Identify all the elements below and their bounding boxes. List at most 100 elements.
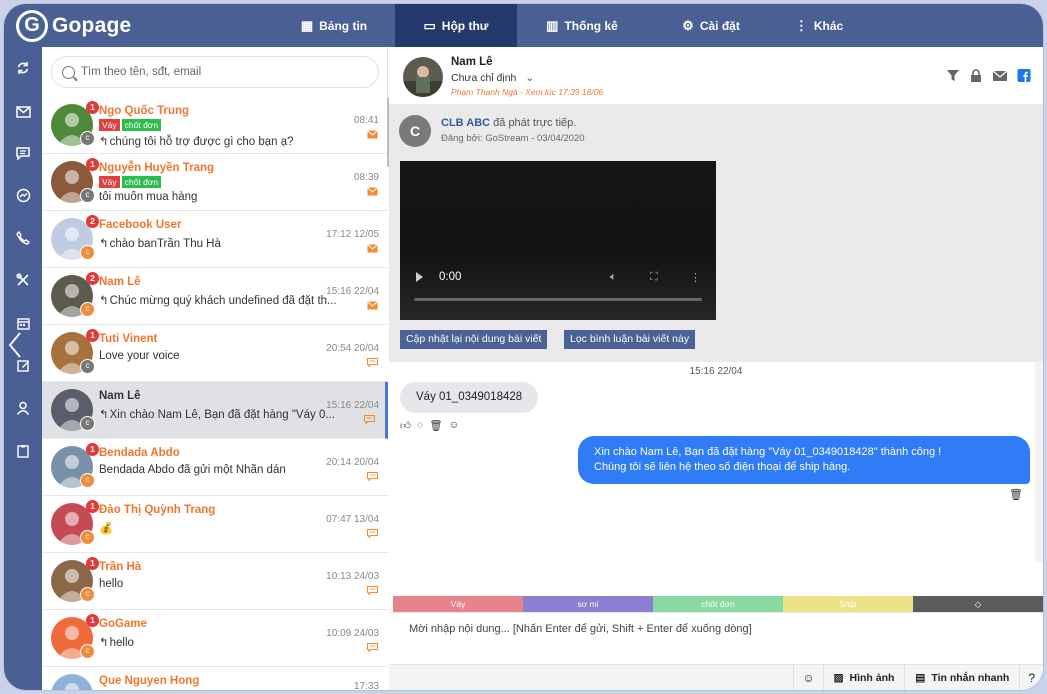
quick-tag-bar: Váy sơ mi chốt đơn Ship ◇ [393, 596, 1043, 612]
comment-icon[interactable] [4, 146, 42, 166]
play-icon[interactable] [416, 272, 423, 282]
gopage-logo-icon: G [16, 9, 48, 42]
chat-scrollbar[interactable] [1035, 362, 1043, 562]
phone-icon[interactable] [4, 230, 42, 251]
reply-icon: ↰ [99, 238, 109, 250]
edit-icon[interactable] [4, 358, 42, 378]
snippet-text: Love your voice [99, 350, 180, 362]
conversation-list: Tìm theo tên, sđt, email 1 c Ngo Quốc Trun… [42, 47, 391, 690]
conversation-snippet: ↰hello [99, 635, 134, 649]
hide-icon[interactable]: ◌ [417, 419, 423, 432]
nav-item-stats[interactable]: ▥ Thống kê [517, 4, 647, 47]
collapse-chevron-icon[interactable] [8, 332, 22, 358]
comment-icon [367, 358, 378, 367]
quick-tag[interactable]: Ship [783, 596, 913, 612]
mail-icon[interactable] [992, 69, 1008, 82]
nav-item-settings[interactable]: ⚙ Cài đặt [647, 4, 775, 47]
tag-badge: Váy [99, 119, 120, 131]
conversation-time: 15:16 22/04 [326, 400, 379, 411]
refresh-icon[interactable] [4, 61, 42, 81]
page-source-icon: c [80, 359, 95, 374]
nav-item-more[interactable]: ⋮ Khác [775, 4, 863, 47]
avatar[interactable] [403, 57, 443, 97]
tag-badge: chốt đơn [121, 176, 162, 188]
quick-tag[interactable]: sơ mi [523, 596, 653, 612]
reply-icon: ↰ [99, 637, 109, 649]
user-icon[interactable] [4, 401, 42, 421]
conversation-item[interactable]: 1 c Đào Thị Quỳnh Trang 💰 07:47 13/04 [42, 496, 388, 553]
volume-icon[interactable]: 🔈︎ [610, 271, 617, 284]
trash-icon[interactable]: 🗑︎ [429, 419, 442, 432]
update-post-button[interactable]: Cập nhật lại nội dung bài viết [400, 330, 548, 349]
snippet-text: chào banTrần Thu Hà [109, 238, 221, 250]
help-icon: ? [1028, 670, 1035, 685]
message-input[interactable]: Mời nhập nội dung... [Nhấn Enter để gửi,… [409, 623, 752, 635]
page-source-icon: c [80, 188, 95, 203]
filter-icon[interactable] [946, 69, 960, 82]
outgoing-line: Chúng tôi sẽ liên hệ theo số điện thoại … [594, 461, 851, 473]
snippet-text: Xin chào Nam Lê, Bạn đã đặt hàng "Váy 0.… [109, 409, 335, 421]
nav-item-feed[interactable]: ▦ Bảng tin [273, 4, 395, 47]
message-composer[interactable]: Mời nhập nội dung... [Nhấn Enter để gửi,… [389, 612, 1043, 664]
fullscreen-icon[interactable]: ⛶ [650, 271, 658, 284]
quick-reply-button[interactable]: ▤ Tin nhắn nhanh [904, 664, 1019, 690]
quick-tag[interactable]: chốt đơn [653, 596, 783, 612]
search-box[interactable]: Tìm theo tên, sđt, email [51, 56, 379, 88]
conversation-time: 10:13 24/03 [326, 571, 379, 582]
page-source-icon: c [80, 131, 95, 146]
like-icon[interactable]: 👍︎ [400, 419, 411, 432]
comment-icon: ▤ [915, 671, 926, 684]
page-link[interactable]: CLB ABC [441, 117, 490, 129]
conversation-item[interactable]: 1 c GoGame ↰hello 10:09 24/03 [42, 610, 388, 667]
unread-badge: 1 [86, 101, 99, 114]
conversation-name: Đào Thị Quỳnh Trang [99, 504, 216, 516]
conversation-item[interactable]: 1 c Trần Hà hello 10:13 24/03 [42, 553, 388, 610]
assign-dropdown[interactable]: Chưa chỉ định ⌄ [451, 72, 534, 84]
conversation-item[interactable]: 1 c Tuti Vinent Love your voice 20:54 20/04 [42, 325, 388, 382]
logo[interactable]: G Gopage [4, 4, 273, 47]
tag-icon[interactable]: ◇ [913, 596, 1043, 612]
post-action: đã phát trực tiếp. [490, 117, 577, 129]
tools-icon[interactable] [4, 273, 42, 293]
comment-icon [367, 643, 378, 652]
nav-item-inbox[interactable]: ▭ Hộp thư [395, 4, 517, 47]
contact-name: Nam Lê [451, 56, 493, 68]
search-input[interactable]: Tìm theo tên, sđt, email [81, 66, 201, 78]
more-vertical-icon[interactable]: ⋮ [690, 271, 701, 284]
conversation-time: 08:41 [353, 115, 379, 126]
messenger-icon[interactable]: ☺︎ [449, 419, 460, 432]
unread-badge: 1 [86, 557, 99, 570]
conversation-snippet: ↰Xin chào Nam Lê, Bạn đã đặt hàng "Váy 0… [99, 407, 335, 421]
image-button[interactable]: ▨ Hình ảnh [822, 664, 905, 690]
lock-icon[interactable] [969, 69, 983, 82]
conversation-item[interactable]: c Nam Lê ↰Xin chào Nam Lê, Bạn đã đặt hàng… [42, 382, 388, 439]
clipboard-icon[interactable] [4, 444, 42, 464]
conversation-snippet: ↰Chúc mừng quý khách undefined đã đặt th… [99, 293, 337, 307]
nav-label: Khác [813, 18, 844, 33]
mail-icon[interactable] [4, 104, 42, 124]
conversation-item[interactable]: 1 c Bendada Abdo Bendada Abdo đã gửi một Nh… [42, 439, 388, 496]
facebook-icon[interactable] [1017, 69, 1031, 82]
quick-tag[interactable]: Váy [393, 596, 523, 612]
conversation-item[interactable]: 1 c Ngo Quốc Trung Váy chốt đơn ↰chúng tôi hỗ… [42, 97, 388, 154]
emoji-button[interactable]: ☺ [793, 664, 822, 690]
page-source-icon: c [80, 644, 95, 659]
conversation-name: GoGame [99, 618, 147, 630]
help-button[interactable]: ? [1019, 664, 1043, 690]
video-player[interactable]: 0:00 🔈︎ ⛶ ⋮ [400, 161, 716, 320]
tag-badge: Váy [99, 176, 120, 188]
conversation-time: 17:33 [353, 681, 379, 690]
filter-comments-button[interactable]: Lọc bình luận bài viết này [564, 330, 696, 349]
unread-badge: 1 [86, 614, 99, 627]
conversation-item[interactable]: cQue Nguyen Hong17:33 [42, 667, 388, 690]
conversation-item[interactable]: 2 c Nam Lê ↰Chúc mừng quý khách undefined đ… [42, 268, 388, 325]
video-time: 0:00 [439, 271, 462, 283]
messenger-icon[interactable] [4, 188, 42, 208]
conversation-item[interactable]: 2 c Facebook User ↰chào banTrần Thu Hà 17:12… [42, 211, 388, 268]
mail-icon [367, 130, 378, 139]
reply-icon: ↰ [99, 409, 109, 421]
trash-icon[interactable]: 🗑︎ [1009, 488, 1023, 501]
video-progress[interactable] [414, 298, 702, 301]
message-area: 15:16 22/04 Váy 01_0349018428 👍︎ ◌ 🗑︎ ☺︎… [389, 362, 1043, 596]
conversation-item[interactable]: 1 c Nguyễn Huyền Trang Váy chốt đơn tôi muốn … [42, 154, 388, 211]
